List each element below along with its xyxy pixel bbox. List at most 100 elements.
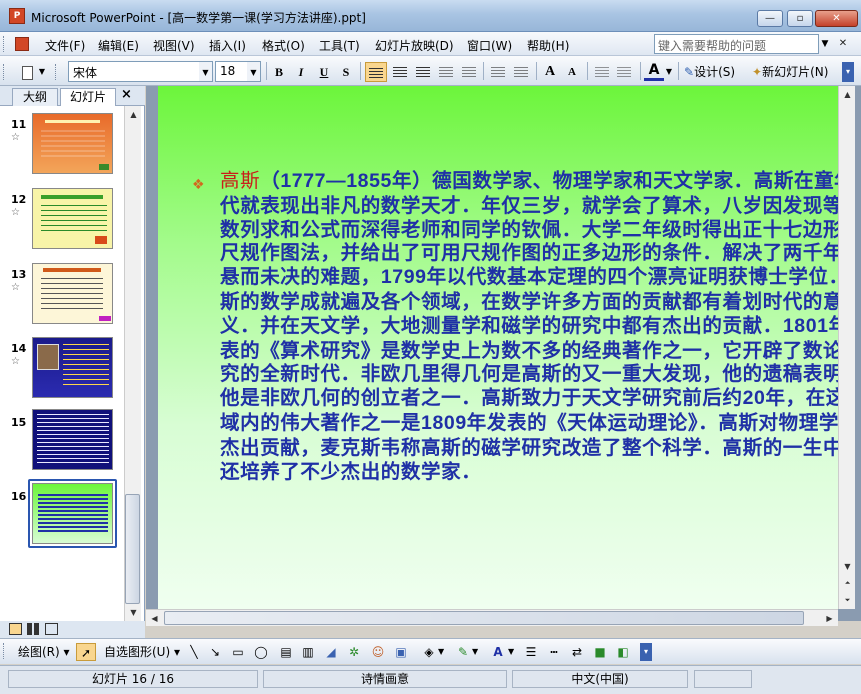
menu-tools[interactable]: 工具(T) — [319, 37, 360, 54]
tab-outline[interactable]: 大纲 — [12, 88, 58, 106]
font-name-select[interactable]: 宋体 — [68, 61, 201, 82]
new-slide-button[interactable]: ✦新幻灯片(N) — [752, 62, 838, 82]
fill-color-icon[interactable]: ◈ — [421, 643, 437, 661]
normal-view-icon[interactable] — [9, 623, 22, 635]
scroll-thumb[interactable] — [125, 494, 140, 604]
chevron-down-icon[interactable]: ▼ — [247, 61, 261, 82]
next-slide-icon[interactable]: ⏷ — [839, 592, 856, 609]
decrease-font-button[interactable]: A — [562, 62, 582, 82]
slide-thumbnail-14[interactable] — [32, 337, 113, 398]
powerpoint-icon[interactable]: P — [9, 8, 25, 24]
font-color-icon[interactable]: A — [490, 643, 506, 661]
increase-font-button[interactable]: A — [540, 62, 560, 82]
font-size-select[interactable]: 18 — [215, 61, 249, 82]
design-button[interactable]: ✎设计(S) — [684, 62, 744, 82]
italic-button[interactable]: I — [292, 62, 310, 82]
align-center-button[interactable] — [389, 62, 411, 82]
document-icon[interactable] — [15, 37, 29, 51]
select-pointer-icon[interactable]: ➚ — [76, 643, 96, 661]
new-document-icon[interactable] — [18, 62, 36, 82]
diagram-icon[interactable]: ✲ — [346, 643, 362, 661]
tab-slides[interactable]: 幻灯片 — [60, 88, 116, 106]
toolbar-options-icon[interactable]: ▾ — [640, 643, 652, 661]
scroll-thumb[interactable] — [164, 611, 804, 625]
scroll-down-icon[interactable]: ▼ — [125, 604, 142, 621]
numbering-button[interactable] — [487, 62, 509, 82]
arrow-icon[interactable]: ↘ — [207, 643, 223, 661]
align-right-button[interactable] — [412, 62, 434, 82]
toolbar-grip[interactable] — [3, 36, 6, 52]
distribute-button[interactable] — [458, 62, 480, 82]
animation-star-icon: ☆ — [11, 282, 20, 293]
oval-icon[interactable]: ◯ — [253, 643, 269, 661]
slide-body-text[interactable]: 高斯（1777—1855年）德国数学家、物理学家和天文学家．高斯在童年时代就表现… — [220, 169, 838, 483]
underline-button[interactable]: U — [315, 62, 333, 82]
menu-view[interactable]: 视图(V) — [153, 37, 195, 54]
vertical-text-box-icon[interactable]: ▥ — [300, 643, 316, 661]
align-left-button[interactable] — [365, 62, 387, 82]
increase-indent-button[interactable] — [614, 62, 634, 82]
bullets-button[interactable] — [510, 62, 532, 82]
draw-menu-button[interactable]: 绘图(R) ▾ — [18, 643, 70, 661]
slide-sorter-icon[interactable] — [27, 623, 40, 635]
slide-thumbnail-16[interactable] — [32, 483, 113, 544]
menu-help[interactable]: 帮助(H) — [527, 37, 569, 54]
slideshow-view-icon[interactable] — [45, 623, 58, 635]
scroll-right-icon[interactable]: ▶ — [821, 610, 838, 627]
shadow-button[interactable]: S — [337, 62, 355, 82]
toolbar-grip[interactable] — [3, 643, 6, 659]
slide-thumbnail-13[interactable] — [32, 263, 113, 324]
scroll-up-icon[interactable]: ▲ — [125, 106, 142, 123]
dash-style-icon[interactable]: ┅ — [546, 643, 562, 661]
line-icon[interactable]: ╲ — [186, 643, 202, 661]
slide-thumbnail-12[interactable] — [32, 188, 113, 249]
slide-thumbnail-15[interactable] — [32, 409, 113, 470]
toolbar-options-icon[interactable]: ▾ — [842, 62, 854, 82]
3d-style-icon[interactable]: ◧ — [615, 643, 631, 661]
decrease-indent-button[interactable] — [592, 62, 612, 82]
slide-horizontal-scrollbar[interactable]: ◀ ▶ — [146, 609, 838, 626]
help-search-input[interactable]: 键入需要帮助的问题 — [654, 34, 819, 54]
menu-insert[interactable]: 插入(I) — [209, 37, 246, 54]
justify-button[interactable] — [435, 62, 457, 82]
menu-slideshow[interactable]: 幻灯片放映(D) — [375, 37, 454, 54]
chevron-down-icon[interactable]: ▼ — [438, 643, 444, 661]
rectangle-icon[interactable]: ▭ — [230, 643, 246, 661]
shadow-style-icon[interactable]: ■ — [592, 643, 608, 661]
autoshapes-menu-button[interactable]: 自选图形(U) ▾ — [104, 643, 180, 661]
menu-edit[interactable]: 编辑(E) — [98, 37, 139, 54]
slide-vertical-scrollbar[interactable]: ▲ ▼ ⏶ ⏷ — [838, 86, 855, 609]
thumbnail-scrollbar[interactable]: ▲ ▼ — [124, 106, 141, 621]
menu-file[interactable]: 文件(F) — [45, 37, 85, 54]
chevron-down-icon[interactable]: ▼ — [818, 34, 832, 54]
chevron-down-icon[interactable]: ▼ — [664, 62, 674, 82]
close-button[interactable]: ✕ — [815, 10, 858, 27]
mdi-close-icon[interactable]: ✕ — [837, 37, 849, 51]
chevron-down-icon[interactable]: ▼ — [508, 643, 514, 661]
font-color-icon[interactable]: A — [644, 62, 664, 81]
menu-format[interactable]: 格式(O) — [262, 37, 305, 54]
line-color-icon[interactable]: ✎ — [455, 643, 471, 661]
chevron-down-icon[interactable]: ▼ — [472, 643, 478, 661]
scroll-up-icon[interactable]: ▲ — [839, 86, 856, 103]
toolbar-grip[interactable] — [55, 64, 58, 80]
slide-canvas[interactable]: ❖ 高斯（1777—1855年）德国数学家、物理学家和天文学家．高斯在童年时代就… — [158, 86, 838, 609]
line-style-icon[interactable]: ☰ — [523, 643, 539, 661]
chevron-down-icon[interactable]: ▼ — [199, 61, 213, 82]
restore-button[interactable]: ▫ — [787, 10, 813, 27]
text-box-icon[interactable]: ▤ — [278, 643, 294, 661]
arrow-style-icon[interactable]: ⇄ — [569, 643, 585, 661]
scroll-left-icon[interactable]: ◀ — [146, 610, 163, 627]
chevron-down-icon[interactable]: ▼ — [36, 62, 48, 82]
slide-thumbnail-11[interactable] — [32, 113, 113, 174]
toolbar-grip[interactable] — [3, 64, 6, 80]
close-icon[interactable]: × — [121, 87, 132, 102]
insert-picture-icon[interactable]: ▣ — [393, 643, 409, 661]
clip-art-icon[interactable]: ☺ — [370, 643, 386, 661]
scroll-down-icon[interactable]: ▼ — [839, 558, 856, 575]
menu-window[interactable]: 窗口(W) — [467, 37, 512, 54]
previous-slide-icon[interactable]: ⏶ — [839, 575, 856, 592]
bold-button[interactable]: B — [270, 62, 288, 82]
minimize-button[interactable]: — — [757, 10, 783, 27]
wordart-icon[interactable]: ◢ — [323, 643, 339, 661]
